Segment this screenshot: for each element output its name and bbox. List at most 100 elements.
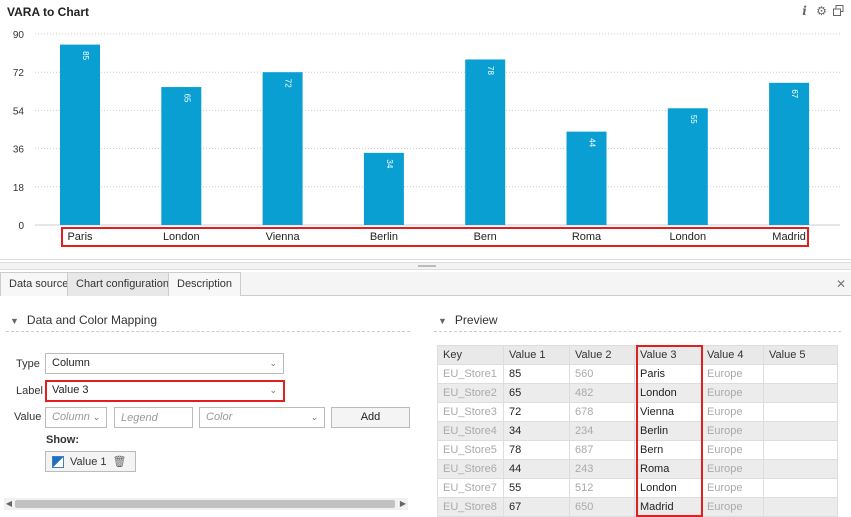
color-select[interactable]: Color ⌄: [199, 407, 325, 428]
column-select-value: Column: [52, 411, 90, 423]
splitter-grip[interactable]: [418, 265, 436, 267]
section-divider: [6, 331, 410, 332]
bar[interactable]: [769, 82, 810, 225]
table-row[interactable]: EU_Store6 44 243 Roma Europe: [437, 459, 838, 479]
table-row[interactable]: EU_Store5 78 687 Bern Europe: [437, 440, 838, 460]
chevron-down-icon: ⌄: [269, 385, 277, 395]
table-cell: 243: [569, 459, 635, 479]
x-tick-label: Vienna: [266, 231, 301, 243]
x-tick-label: London: [669, 231, 706, 243]
bar[interactable]: [566, 131, 607, 225]
column-select[interactable]: Column ⌄: [45, 407, 107, 428]
table-cell: Europe: [701, 364, 764, 384]
table-row[interactable]: EU_Store2 65 482 London Europe: [437, 383, 838, 403]
table-row[interactable]: EU_Store8 67 650 Madrid Europe: [437, 497, 838, 517]
table-cell: EU_Store5: [437, 440, 504, 460]
y-tick-label: 54: [13, 106, 25, 117]
panel-splitter[interactable]: [0, 262, 851, 270]
add-button[interactable]: Add: [331, 407, 410, 428]
table-cell: Europe: [701, 383, 764, 403]
table-cell: EU_Store2: [437, 383, 504, 403]
table-cell: 234: [569, 421, 635, 441]
bar[interactable]: [667, 108, 708, 225]
bar[interactable]: [465, 59, 506, 225]
table-cell: EU_Store7: [437, 478, 504, 498]
table-cell: 67: [503, 497, 570, 517]
table-header-row: Key Value 1 Value 2 Value 3 Value 4 Valu…: [437, 345, 838, 365]
gear-icon[interactable]: ⚙: [815, 4, 828, 18]
table-cell: 72: [503, 402, 570, 422]
table-cell: Europe: [701, 459, 764, 479]
color-swatch[interactable]: [52, 455, 64, 468]
x-tick-label: Madrid: [772, 231, 806, 243]
chevron-down-icon: ⌄: [269, 358, 277, 368]
table-row[interactable]: EU_Store1 85 560 Paris Europe: [437, 364, 838, 384]
table-cell: Paris: [634, 364, 702, 384]
table-cell: Berlin: [634, 421, 702, 441]
restore-window-icon[interactable]: [832, 4, 845, 17]
horizontal-scrollbar[interactable]: ◀ ▶: [4, 498, 408, 510]
info-icon[interactable]: i: [798, 4, 811, 18]
collapse-arrow-icon[interactable]: ▼: [10, 316, 19, 326]
table-cell: [763, 402, 838, 422]
bar[interactable]: [262, 72, 303, 225]
bar[interactable]: [60, 44, 100, 225]
y-tick-label: 72: [13, 68, 25, 79]
collapse-arrow-icon[interactable]: ▼: [438, 316, 447, 326]
series-chip[interactable]: Value 1 🗑: [45, 451, 136, 472]
x-tick-label: Roma: [572, 231, 602, 243]
legend-input[interactable]: [114, 407, 193, 428]
table-cell: EU_Store3: [437, 402, 504, 422]
label-select[interactable]: Value 3 ⌄: [45, 380, 284, 401]
table-cell: 482: [569, 383, 635, 403]
table-cell: Europe: [701, 440, 764, 460]
scroll-right-arrow-icon[interactable]: ▶: [398, 498, 408, 510]
data-label: 78: [486, 66, 495, 75]
table-cell: EU_Store1: [437, 364, 504, 384]
show-label: Show:: [46, 434, 79, 446]
table-cell: [763, 421, 838, 441]
table-cell: 687: [569, 440, 635, 460]
table-row[interactable]: EU_Store4 34 234 Berlin Europe: [437, 421, 838, 441]
value-label: Value: [14, 411, 42, 423]
data-label: 65: [182, 94, 191, 103]
tab-description[interactable]: Description: [168, 272, 242, 296]
table-cell: [763, 459, 838, 479]
mapping-section-header[interactable]: ▼ Data and Color Mapping: [10, 313, 157, 327]
label-label: Label: [16, 385, 43, 397]
table-cell: Roma: [634, 459, 702, 479]
table-row[interactable]: EU_Store3 72 678 Vienna Europe: [437, 402, 838, 422]
table-cell: London: [634, 478, 702, 498]
mapping-section-title: Data and Color Mapping: [26, 313, 157, 327]
table-row[interactable]: EU_Store7 55 512 London Europe: [437, 478, 838, 498]
bar[interactable]: [363, 152, 404, 225]
label-select-value: Value 3: [52, 384, 89, 396]
column-header[interactable]: Key: [437, 345, 504, 365]
table-cell: 678: [569, 402, 635, 422]
close-icon[interactable]: ✕: [836, 277, 846, 291]
table-cell: [763, 478, 838, 498]
y-tick-label: 90: [13, 30, 25, 41]
y-tick-label: 18: [13, 183, 25, 194]
column-header[interactable]: Value 1: [503, 345, 570, 365]
column-header[interactable]: Value 2: [569, 345, 635, 365]
scroll-left-arrow-icon[interactable]: ◀: [4, 498, 14, 510]
y-tick-label: 0: [18, 221, 24, 232]
tab-data-source[interactable]: Data source: [0, 272, 78, 296]
tab-chart-configuration[interactable]: Chart configuration: [67, 272, 178, 296]
column-header[interactable]: Value 5: [763, 345, 838, 365]
section-divider: [434, 331, 841, 332]
column-header[interactable]: Value 3: [634, 345, 702, 365]
scrollbar-thumb[interactable]: [15, 500, 395, 508]
x-tick-label: Berlin: [370, 231, 398, 243]
color-select-value: Color: [206, 411, 233, 423]
trash-icon[interactable]: 🗑: [113, 455, 127, 468]
column-header[interactable]: Value 4: [701, 345, 764, 365]
preview-section-header[interactable]: ▼ Preview: [438, 313, 498, 327]
table-cell: Vienna: [634, 402, 702, 422]
table-cell: 78: [503, 440, 570, 460]
preview-table: Key Value 1 Value 2 Value 3 Value 4 Valu…: [437, 345, 838, 517]
bar[interactable]: [161, 87, 202, 225]
type-select[interactable]: Column ⌄: [45, 353, 284, 374]
x-tick-label: Paris: [67, 231, 93, 243]
